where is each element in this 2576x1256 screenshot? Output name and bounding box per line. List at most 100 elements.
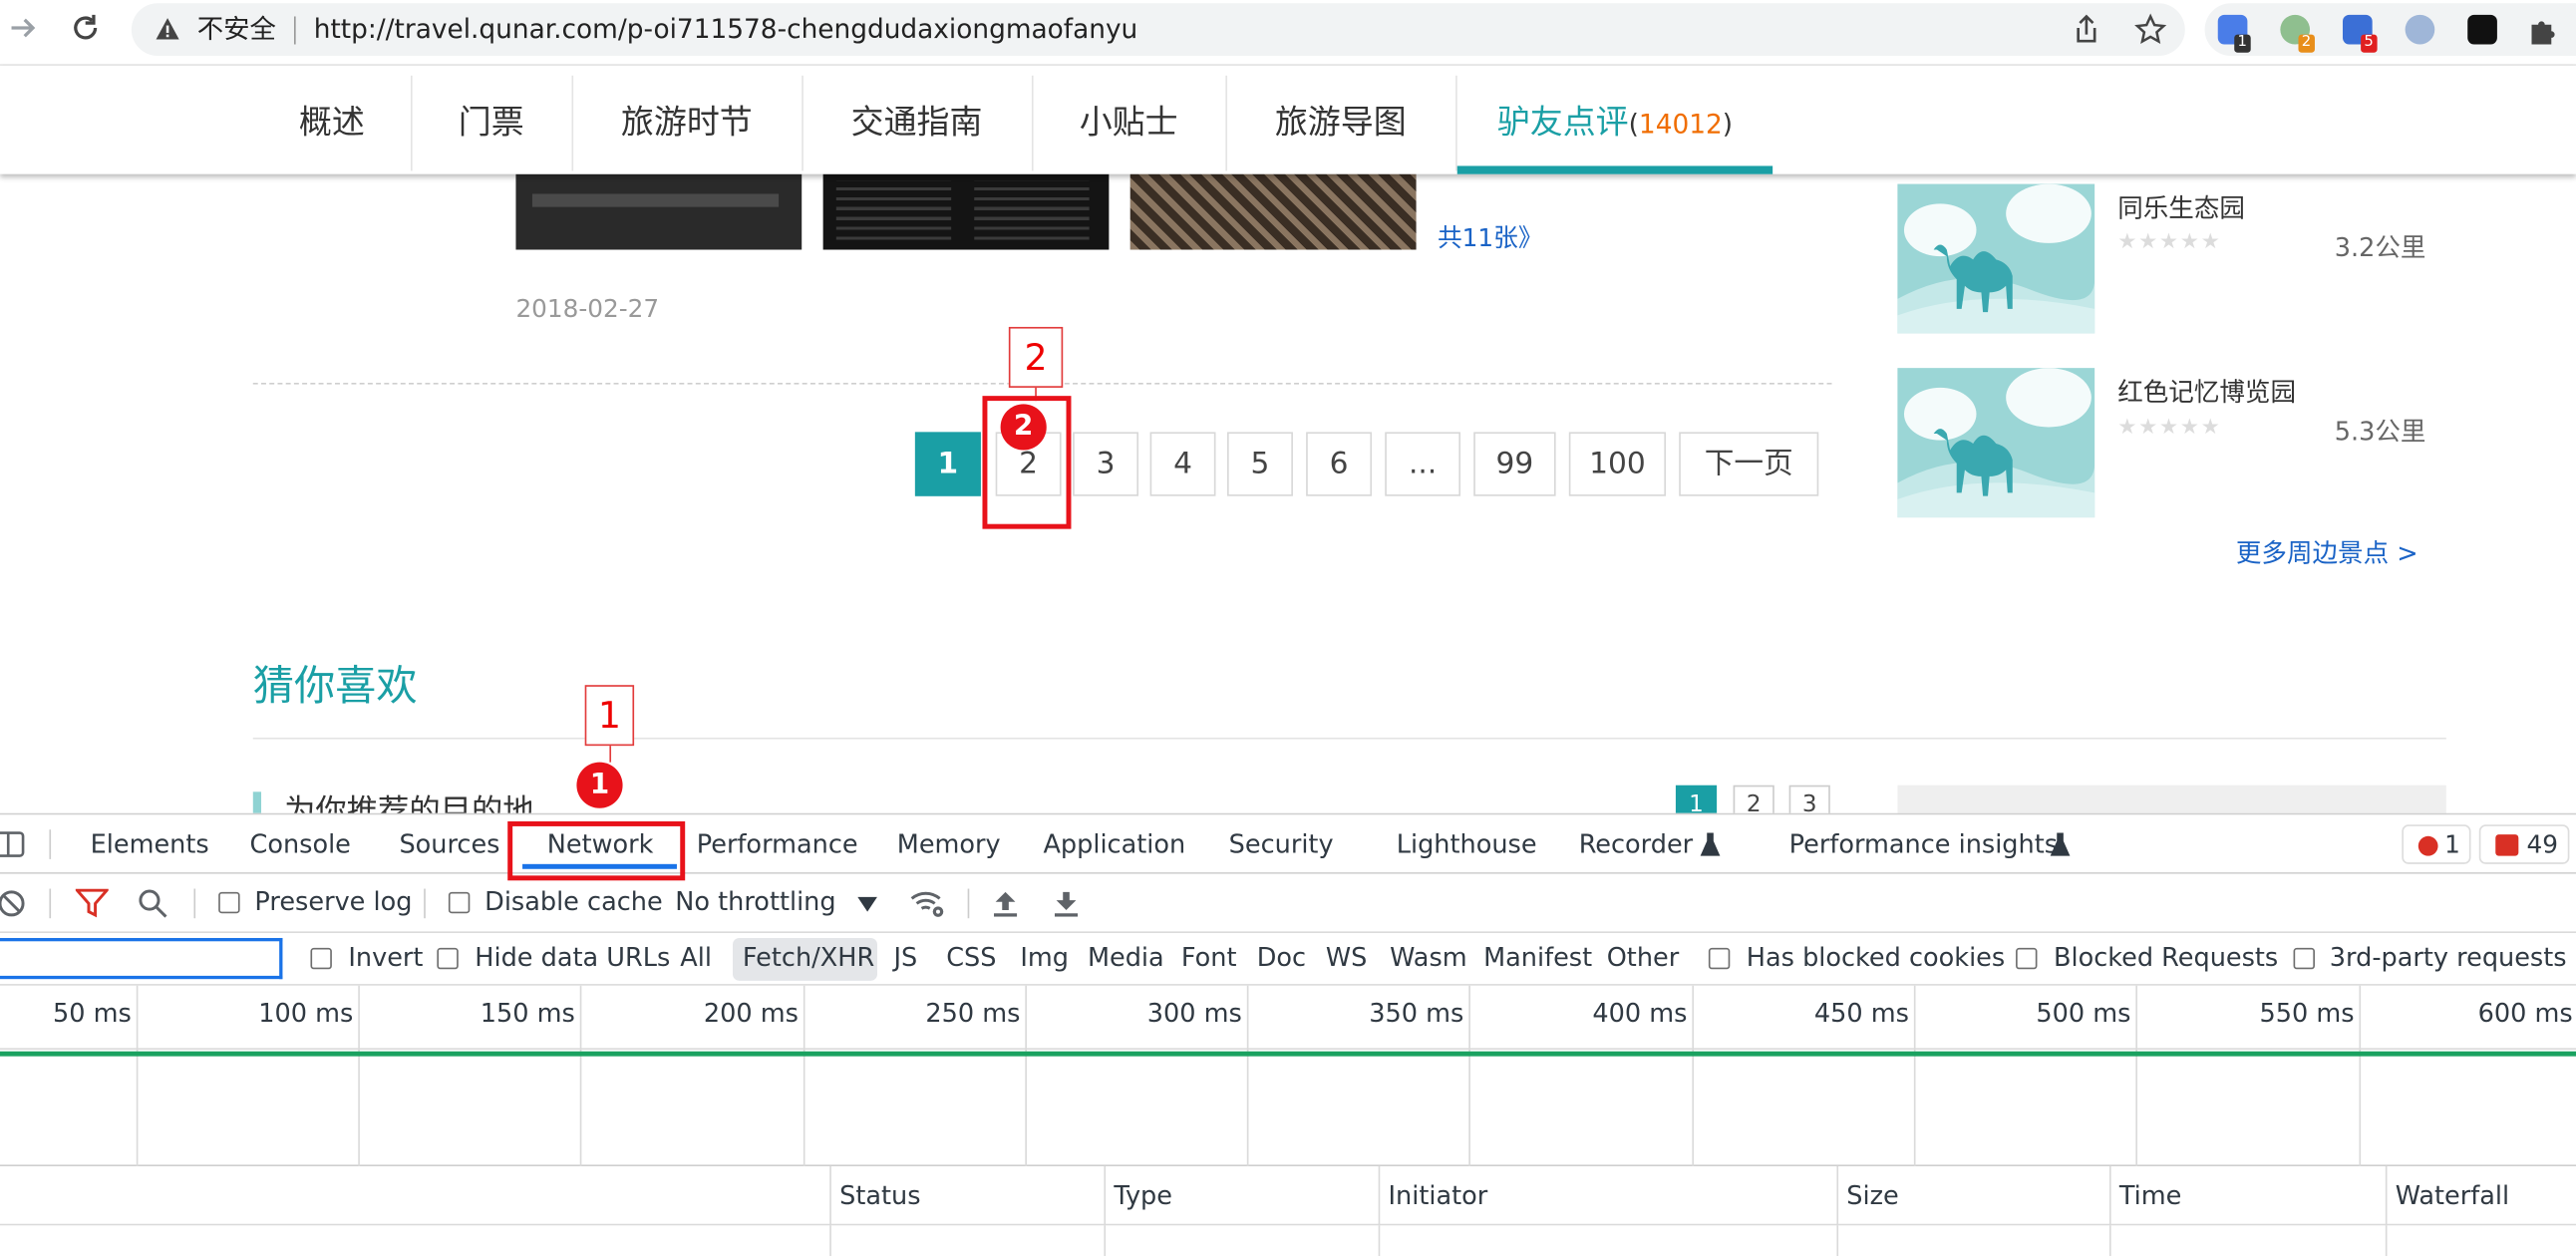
extension-mask-icon[interactable] [2467, 14, 2497, 45]
hide-data-urls-checkbox[interactable] [437, 947, 459, 970]
clear-icon[interactable] [0, 889, 30, 919]
filter-type-css[interactable]: CSS [946, 943, 996, 973]
filter-type-other[interactable]: Other [1607, 943, 1680, 973]
review-date: 2018-02-27 [515, 293, 660, 324]
review-photo[interactable] [515, 173, 803, 250]
nav-item-map[interactable]: 旅游导图 [1235, 66, 1446, 174]
nav-item-tips[interactable]: 小贴士 [1042, 66, 1216, 174]
filter-type-ws[interactable]: WS [1326, 943, 1367, 973]
error-counter[interactable]: 1 [2402, 824, 2471, 864]
third-party-label[interactable]: 3rd-party requests [2330, 943, 2567, 973]
request-table-body [0, 1225, 2576, 1256]
search-icon[interactable] [138, 889, 167, 919]
share-icon[interactable] [2070, 13, 2102, 46]
timeline-tick-label: 550 ms [2259, 998, 2355, 1029]
page-button-5[interactable]: 5 [1227, 432, 1293, 496]
preserve-log-label[interactable]: Preserve log [254, 887, 412, 917]
bookmark-star-icon[interactable] [2134, 13, 2167, 46]
paren-close: ) [1722, 108, 1734, 141]
filter-type-js[interactable]: JS [893, 943, 917, 973]
photo-count-link[interactable]: 共11张》 [1438, 220, 1543, 255]
hide-data-urls-label[interactable]: Hide data URLs [475, 943, 670, 973]
page-button-6[interactable]: 6 [1306, 432, 1373, 496]
tab-memory[interactable]: Memory [897, 814, 1001, 873]
invert-checkbox[interactable] [310, 947, 332, 970]
tab-performance-insights[interactable]: Performance insights [1789, 814, 2058, 873]
sight-thumbnail[interactable] [1897, 183, 2095, 334]
sight-thumbnail[interactable] [1897, 368, 2095, 518]
invert-label[interactable]: Invert [348, 943, 423, 973]
devtools-tab-bar: Elements Console Sources Network Perform… [0, 814, 2576, 874]
timeline-tick-label: 600 ms [2477, 998, 2573, 1029]
dock-side-icon[interactable] [0, 829, 30, 859]
tab-console[interactable]: Console [249, 814, 350, 873]
timeline-tick-label: 200 ms [703, 998, 799, 1029]
page-button-100[interactable]: 100 [1568, 432, 1667, 496]
url-text[interactable]: http://travel.qunar.com/p-oi711578-cheng… [314, 3, 1138, 56]
has-blocked-cookies-checkbox[interactable] [1708, 947, 1731, 970]
issues-counter[interactable]: 49 [2478, 824, 2570, 864]
tab-application[interactable]: Application [1043, 814, 1185, 873]
tab-sources[interactable]: Sources [399, 814, 499, 873]
page-button-4[interactable]: 4 [1149, 432, 1216, 496]
filter-type-img[interactable]: Img [1020, 943, 1069, 973]
throttling-select[interactable]: No throttling [675, 887, 835, 917]
filter-type-media[interactable]: Media [1088, 943, 1164, 973]
filter-input[interactable] [0, 937, 283, 980]
disable-cache-checkbox[interactable] [448, 891, 471, 914]
page-button-99[interactable]: 99 [1473, 432, 1556, 496]
column-waterfall[interactable]: Waterfall [2385, 1166, 2576, 1226]
more-nearby-link[interactable]: 更多周边景点 > [2236, 534, 2418, 570]
column-size[interactable]: Size [1836, 1166, 2109, 1226]
review-photo[interactable] [1129, 173, 1417, 250]
tab-performance[interactable]: Performance [697, 814, 858, 873]
column-initiator[interactable]: Initiator [1378, 1166, 1837, 1226]
recommend-title: 猜你喜欢 [252, 662, 418, 710]
nav-item-season[interactable]: 旅游时节 [581, 66, 792, 174]
puzzle-icon[interactable] [2527, 15, 2560, 48]
column-status[interactable]: Status [829, 1166, 1104, 1226]
address-bar[interactable]: 不安全 http://travel.qunar.com/p-oi711578-c… [131, 3, 2185, 57]
extension-badge: 1 [2234, 34, 2251, 53]
network-conditions-icon[interactable] [908, 887, 948, 920]
blocked-requests-checkbox[interactable] [2016, 947, 2038, 970]
browser-toolbar: 不安全 http://travel.qunar.com/p-oi711578-c… [0, 0, 2576, 66]
forward-icon[interactable] [7, 12, 40, 45]
filter-type-manifest[interactable]: Manifest [1483, 943, 1592, 973]
filter-type-font[interactable]: Font [1181, 943, 1237, 973]
import-har-icon[interactable] [992, 889, 1018, 919]
tab-security[interactable]: Security [1229, 814, 1334, 873]
filter-icon[interactable] [75, 888, 109, 919]
dropdown-arrow-icon[interactable] [857, 896, 878, 912]
review-photo[interactable] [822, 173, 1110, 250]
third-party-checkbox[interactable] [2293, 947, 2315, 970]
timeline-overview[interactable]: 50 ms 100 ms 150 ms 200 ms 250 ms 300 ms… [0, 985, 2576, 1167]
tab-lighthouse[interactable]: Lighthouse [1397, 814, 1537, 873]
filter-type-doc[interactable]: Doc [1257, 943, 1306, 973]
filter-type-all[interactable]: All [680, 943, 712, 973]
tab-elements[interactable]: Elements [91, 814, 209, 873]
nav-item-reviews[interactable]: 驴友点评(14012) [1457, 66, 1772, 174]
filter-type-wasm[interactable]: Wasm [1390, 943, 1466, 973]
annotation-label-1: 1 [584, 685, 635, 747]
blocked-requests-label[interactable]: Blocked Requests [2054, 943, 2278, 973]
export-har-icon[interactable] [1053, 889, 1079, 919]
nearby-sight-name[interactable]: 同乐生态园 [2117, 189, 2245, 225]
disable-cache-label[interactable]: Disable cache [484, 887, 663, 917]
page-button-3[interactable]: 3 [1073, 432, 1139, 496]
camel-placeholder-icon [1897, 183, 2095, 334]
extension-ring-icon[interactable] [2405, 14, 2435, 45]
filter-type-fetch-xhr[interactable]: Fetch/XHR [743, 943, 874, 973]
preserve-log-checkbox[interactable] [218, 891, 240, 914]
reload-icon[interactable] [69, 12, 102, 45]
nav-item-overview[interactable]: 概述 [263, 66, 401, 174]
column-time[interactable]: Time [2108, 1166, 2386, 1226]
column-type[interactable]: Type [1104, 1166, 1378, 1226]
nav-item-transport[interactable]: 交通指南 [811, 66, 1022, 174]
next-page-button[interactable]: 下一页 [1679, 432, 1819, 496]
nav-item-tickets[interactable]: 门票 [421, 66, 562, 174]
tab-recorder[interactable]: Recorder [1579, 814, 1693, 873]
has-blocked-cookies-label[interactable]: Has blocked cookies [1747, 943, 2005, 973]
page-button-current[interactable]: 1 [914, 432, 981, 496]
nearby-sight-name[interactable]: 红色记忆博览园 [2117, 373, 2296, 409]
